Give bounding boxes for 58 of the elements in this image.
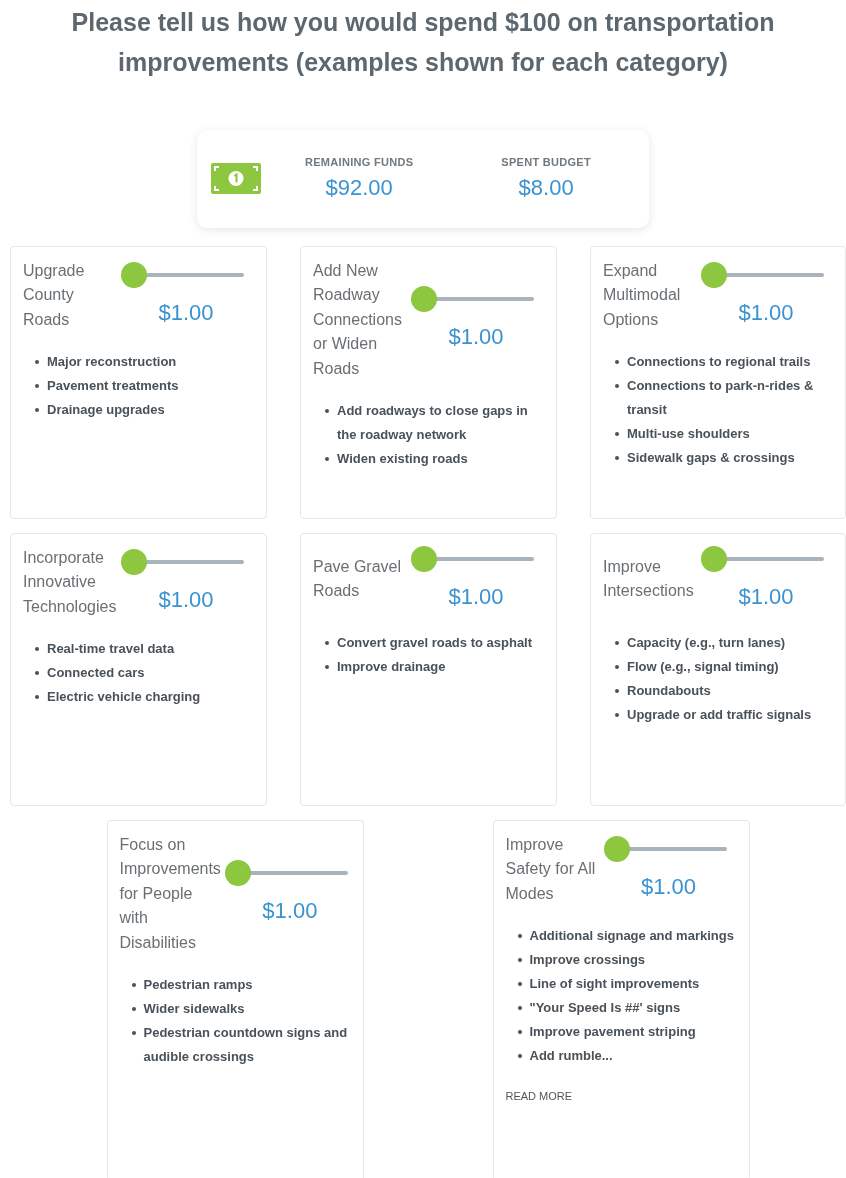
slider-thumb[interactable]	[701, 261, 727, 288]
amount-value: $1.00	[262, 897, 318, 926]
list-item: Improve crossings	[517, 948, 737, 972]
slider-thumb[interactable]	[121, 261, 147, 288]
category-title: Improve Safety for All Modes	[505, 834, 597, 904]
list-item: Line of sight improvements	[517, 972, 737, 996]
list-item: Add roadways to close gaps in the roadway network	[325, 399, 544, 447]
amount-value: $1.00	[640, 872, 697, 901]
amount-value: $1.00	[158, 298, 214, 327]
read-more-link[interactable]: READ MORE	[505, 1088, 573, 1105]
page-heading: Please tell us how you would spend $100 on transportation improvements (examples shown for each category)	[70, 7, 776, 78]
stat-label: REMAINING FUNDS	[304, 155, 414, 170]
amount-value: $1.00	[448, 582, 504, 611]
list-item: "Your Speed Is ##' signs	[517, 996, 737, 1020]
slider-thumb[interactable]	[224, 860, 251, 887]
list-item: Connected cars	[35, 661, 254, 685]
list-item: Connections to park-n-rides & transit	[615, 374, 833, 422]
category-title: Focus on Improvements for People with Disabilities	[119, 834, 221, 953]
money-icon	[211, 163, 261, 195]
list-item: Upgrade or add traffic signals	[615, 702, 833, 727]
list-item: Wider sidewalks	[131, 997, 351, 1021]
list-item: Pavement treatments	[35, 374, 254, 398]
list-item: Electric vehicle charging	[35, 685, 254, 709]
amount-value: $1.00	[448, 323, 504, 352]
list-item: Roundabouts	[615, 678, 833, 703]
category-title: Pave Gravel Roads	[313, 556, 403, 601]
list-item: Drainage upgrades	[35, 398, 254, 422]
list-item: Flow (e.g., signal timing)	[615, 654, 833, 679]
list-item: Major reconstruction	[35, 350, 254, 374]
slider-thumb[interactable]	[701, 545, 727, 572]
list-item: Capacity (e.g., turn lanes)	[615, 630, 833, 655]
slider-thumb[interactable]	[603, 835, 630, 862]
slider-thumb[interactable]	[411, 286, 437, 313]
amount-value: $1.00	[738, 298, 794, 327]
list-item: Widen existing roads	[325, 447, 544, 471]
stat-value: $92.00	[324, 173, 394, 202]
category-title: Expand Multimodal Options	[603, 260, 682, 330]
list-item: Improve drainage	[325, 654, 544, 679]
category-title: Upgrade County Roads	[23, 260, 86, 330]
list-item: Convert gravel roads to asphalt	[325, 630, 544, 655]
list-item: Multi-use shoulders	[615, 422, 833, 446]
category-title: Incorporate Innovative Technologies	[23, 547, 117, 617]
amount-value: $1.00	[738, 582, 794, 611]
slider-thumb[interactable]	[121, 548, 147, 575]
stat-label: SPENT BUDGET	[501, 155, 592, 170]
list-item: Pedestrian ramps	[131, 973, 351, 997]
list-item: Connections to regional trails	[615, 350, 833, 374]
slider-thumb[interactable]	[411, 545, 437, 572]
category-title: Add New Roadway Connections or Widen Roads	[313, 260, 403, 379]
list-item: Real-time travel data	[35, 637, 254, 661]
category-title: Improve Intersections	[603, 556, 695, 601]
amount-value: $1.00	[158, 585, 214, 614]
stat-value: $8.00	[517, 173, 575, 202]
list-item: Improve pavement striping	[517, 1020, 737, 1044]
list-item: Add rumble...	[517, 1044, 737, 1068]
list-item: Sidewalk gaps & crossings	[615, 446, 833, 470]
list-item: Pedestrian countdown signs and audible crossings	[131, 1021, 351, 1069]
list-item: Additional signage and markings	[517, 924, 737, 948]
